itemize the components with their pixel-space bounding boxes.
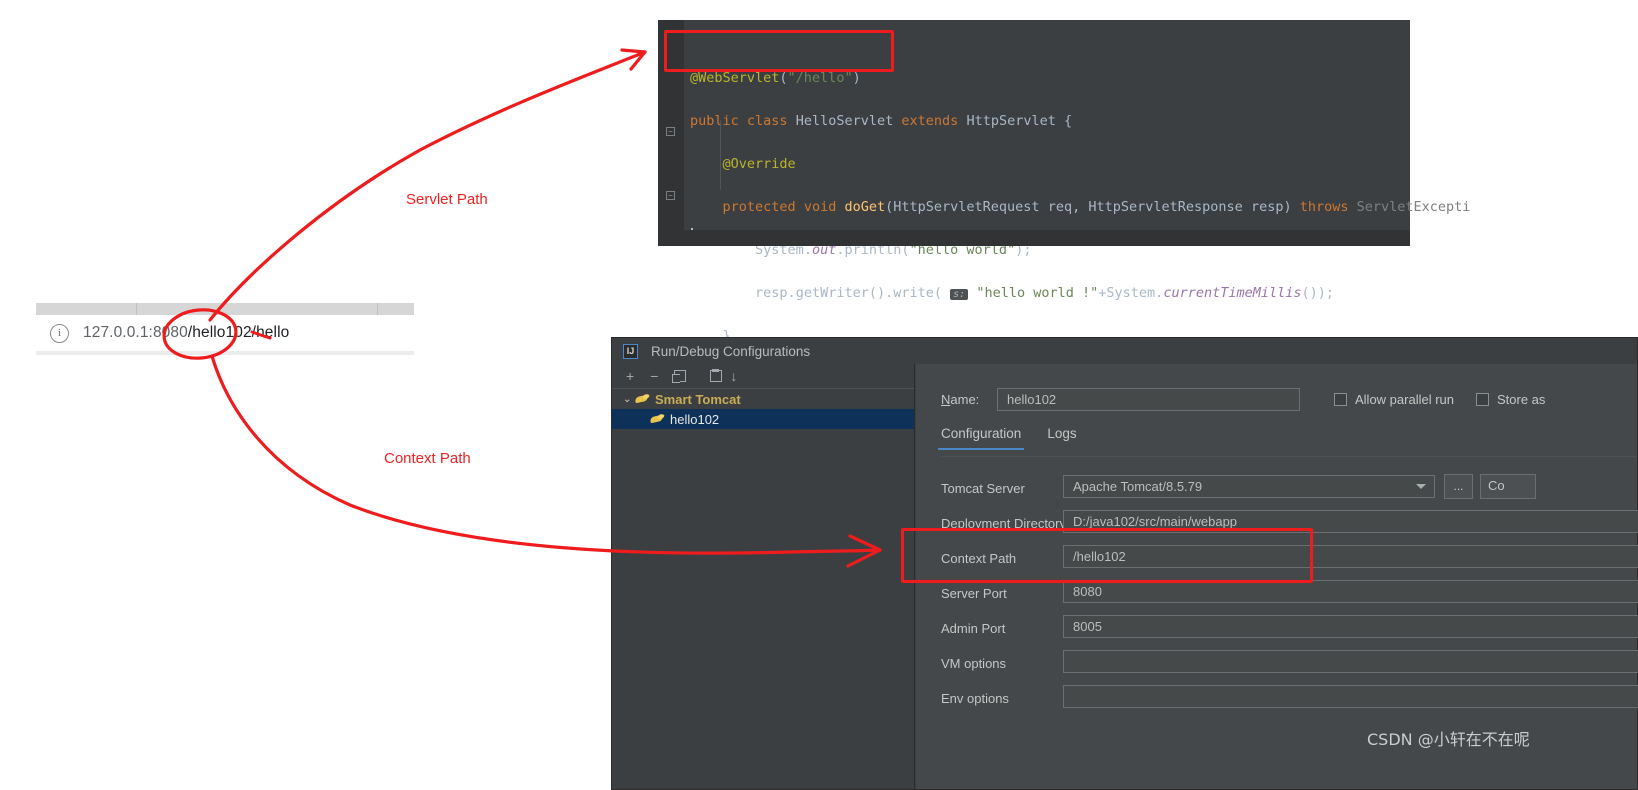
copy-configuration-icon[interactable]: [671, 370, 687, 383]
name-label: Name:: [941, 391, 980, 407]
settings-tabs[interactable]: Configuration Logs: [937, 426, 1077, 450]
code-line-doget: protected void doGet(HttpServletRequest …: [722, 198, 1471, 215]
tree-toolbar[interactable]: + − ↓: [612, 364, 914, 389]
url-servlet-path: /hello: [251, 324, 290, 341]
store-as-label: Store as: [1497, 391, 1546, 407]
name-input[interactable]: hello102: [997, 387, 1300, 411]
browser-toolbar-divider: [36, 351, 414, 355]
configurations-tree-pane[interactable]: + − ↓ ⌄ Smart Tomcat hello102: [612, 364, 915, 789]
servlet-path-arrow-head: [620, 48, 647, 71]
token-throws-type: ServletExcepti: [1356, 198, 1471, 215]
add-configuration-icon[interactable]: +: [626, 369, 634, 383]
admin-port-input[interactable]: 8005: [1063, 615, 1638, 638]
token-req-type: HttpServletRequest: [893, 198, 1040, 215]
configure-button[interactable]: Co: [1480, 474, 1536, 499]
token-superclass: HttpServlet: [966, 112, 1056, 129]
servlet-path-highlight-box: [664, 30, 894, 72]
context-path-annotation-label: Context Path: [384, 450, 471, 467]
name-row: Name: hello102 Allow parallel run Store …: [916, 384, 1637, 414]
tomcat-server-combo[interactable]: Apache Tomcat/8.5.79: [1063, 475, 1435, 498]
context-path-highlight-box: [901, 528, 1313, 583]
token-extends: extends: [901, 112, 959, 129]
field-row-env-options: Env options: [916, 684, 1638, 719]
tomcat-icon: [635, 393, 650, 405]
field-row-server-port: Server Port 8080: [916, 579, 1638, 614]
token-write: write: [893, 284, 934, 301]
dialog-title: Run/Debug Configurations: [651, 343, 811, 359]
code-line-override: @Override: [690, 154, 1410, 176]
chevron-down-icon[interactable]: ⌄: [623, 394, 635, 405]
token-hello-world-bang-string: "hello world !": [976, 284, 1099, 301]
field-row-tomcat-server: Tomcat Server Apache Tomcat/8.5.79 ... C…: [916, 474, 1637, 509]
allow-parallel-run-checkbox[interactable]: [1334, 392, 1347, 406]
code-line-write: resp.getWriter().write( s: "hello world …: [755, 284, 1334, 301]
token-resp: resp: [1250, 198, 1284, 215]
token-system-2: System: [1106, 284, 1156, 301]
store-as-row[interactable]: Store as: [1476, 392, 1545, 407]
token-class: class: [746, 112, 788, 129]
store-as-checkbox[interactable]: [1476, 392, 1489, 406]
env-options-input[interactable]: [1063, 685, 1638, 708]
token-getwriter: getWriter: [795, 284, 869, 301]
token-currenttimemillis: currentTimeMillis: [1163, 284, 1302, 301]
sort-configurations-icon[interactable]: ↓: [730, 369, 737, 383]
tree-item-hello102[interactable]: hello102: [612, 409, 914, 429]
intellij-idea-icon: IJ: [623, 343, 638, 359]
tab-configuration[interactable]: Configuration: [937, 426, 1025, 450]
field-row-vm-options: VM options: [916, 649, 1638, 684]
csdn-watermark: CSDN @小轩在不在呢: [1367, 730, 1530, 749]
servlet-path-annotation-label: Servlet Path: [406, 191, 488, 208]
browser-active-tab[interactable]: [136, 303, 378, 315]
field-row-admin-port: Admin Port 8005: [916, 614, 1638, 649]
url-context-path: /hello102: [187, 324, 252, 341]
url-text[interactable]: 127.0.0.1:8080/hello102/hello: [83, 324, 289, 342]
server-port-input[interactable]: 8080: [1063, 580, 1638, 603]
editor-bottom-strip: [658, 230, 1410, 246]
code-fold-minus-icon[interactable]: −: [666, 127, 675, 136]
tabs-underline: [941, 456, 1637, 457]
browser-url-bar[interactable]: i 127.0.0.1:8080/hello102/hello: [36, 303, 414, 355]
tree-group-label: Smart Tomcat: [655, 391, 741, 407]
token-public: public: [690, 112, 739, 129]
dialog-title-bar: IJ Run/Debug Configurations: [612, 338, 1637, 364]
servlet-path-arrow-shaft: [208, 50, 647, 322]
token-override: @Override: [722, 155, 796, 172]
allow-parallel-run-row[interactable]: Allow parallel run: [1334, 392, 1454, 407]
tree-item-label: hello102: [670, 411, 720, 427]
token-resp-type: HttpServletResponse: [1088, 198, 1243, 215]
token-throws: throws: [1299, 198, 1349, 215]
indent-guide: [720, 120, 721, 190]
chevron-down-icon-combo[interactable]: [1416, 484, 1426, 489]
token-void: void: [803, 198, 837, 215]
token-resp-2: resp: [755, 284, 788, 301]
tree-items: ⌄ Smart Tomcat hello102: [612, 389, 914, 429]
browse-button[interactable]: ...: [1444, 474, 1473, 499]
tab-logs[interactable]: Logs: [1047, 426, 1076, 450]
tomcat-icon-child: [650, 413, 665, 425]
admin-port-label: Admin Port: [941, 621, 1006, 636]
parameter-hint-badge: s:: [950, 288, 969, 300]
url-host: 127.0.0.1:8080: [83, 324, 188, 341]
vm-options-input[interactable]: [1063, 650, 1638, 673]
code-fold-minus-icon-2[interactable]: −: [666, 191, 675, 200]
tree-group-smart-tomcat[interactable]: ⌄ Smart Tomcat: [612, 389, 914, 409]
info-icon[interactable]: i: [50, 323, 69, 343]
tomcat-server-label: Tomcat Server: [941, 481, 1025, 496]
env-options-label: Env options: [941, 691, 1009, 706]
token-req: req: [1047, 198, 1073, 215]
browser-tab-strip: [36, 303, 414, 315]
tomcat-server-value: Apache Tomcat/8.5.79: [1073, 479, 1203, 494]
token-class-name: HelloServlet: [795, 112, 894, 129]
remove-configuration-icon[interactable]: −: [650, 369, 658, 383]
new-folder-icon[interactable]: [710, 369, 723, 382]
token-protected: protected: [722, 198, 796, 215]
vm-options-label: VM options: [941, 656, 1007, 671]
configuration-form: Tomcat Server Apache Tomcat/8.5.79 ... C…: [916, 474, 1638, 719]
token-doget: doGet: [844, 198, 886, 215]
allow-parallel-run-label: Allow parallel run: [1355, 391, 1454, 407]
browser-address-row[interactable]: i 127.0.0.1:8080/hello102/hello: [36, 315, 414, 351]
code-line-class-decl: public class HelloServlet extends HttpSe…: [690, 112, 1073, 129]
server-port-label: Server Port: [941, 586, 1007, 601]
